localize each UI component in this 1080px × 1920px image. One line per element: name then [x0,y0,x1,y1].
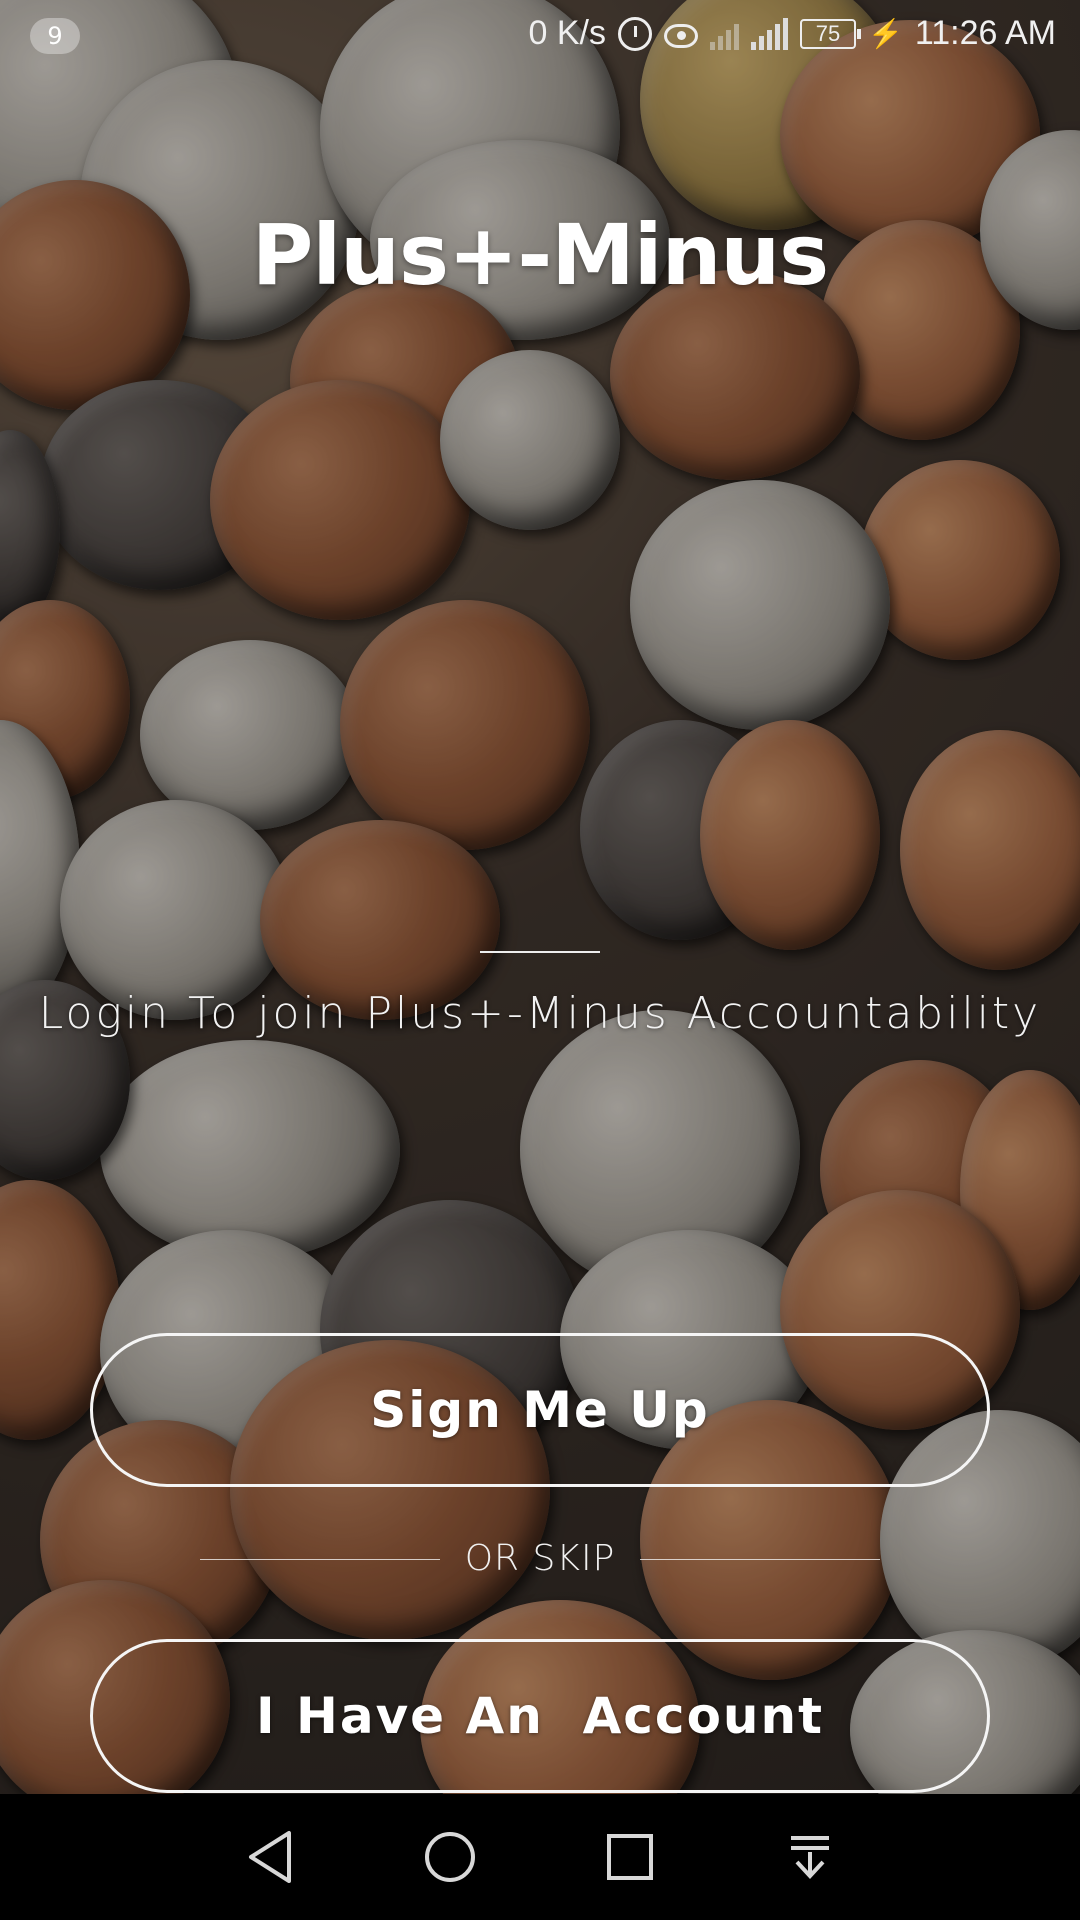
back-icon[interactable] [240,1827,300,1887]
app-title: Plus+-Minus [251,206,829,304]
login-screen: 9 0 K/s 75 ⚡ 11:26 AM Plus+-Minus Login … [0,0,1080,1920]
or-skip-right-line [640,1559,880,1560]
battery-icon: 75 [799,18,861,49]
login-subtitle: Login To join Plus+-Minus Accountability [38,988,1042,1039]
eye-comfort-icon [663,24,698,48]
system-nav-bar [0,1794,1080,1920]
subtitle-divider [480,951,600,953]
sign-up-button[interactable]: Sign Me Up [90,1333,990,1487]
alarm-icon [617,16,652,51]
charging-icon: ⚡ [867,18,903,49]
notification-pull-icon[interactable] [780,1827,840,1887]
status-indicators: 0 K/s 75 ⚡ 11:26 AM [529,14,1057,53]
notification-count-badge: 9 [30,18,80,54]
home-icon[interactable] [420,1827,480,1887]
cellular-signal-icon [750,17,788,50]
recents-icon[interactable] [600,1827,660,1887]
or-skip-separator: OR SKIP [200,1538,880,1582]
status-bar: 9 0 K/s 75 ⚡ 11:26 AM [0,0,1080,74]
have-account-button[interactable]: I Have An Account [90,1639,990,1793]
wifi-off-signal-icon [709,18,739,50]
network-speed: 0 K/s [528,14,606,52]
status-time: 11:26 AM [914,14,1056,52]
